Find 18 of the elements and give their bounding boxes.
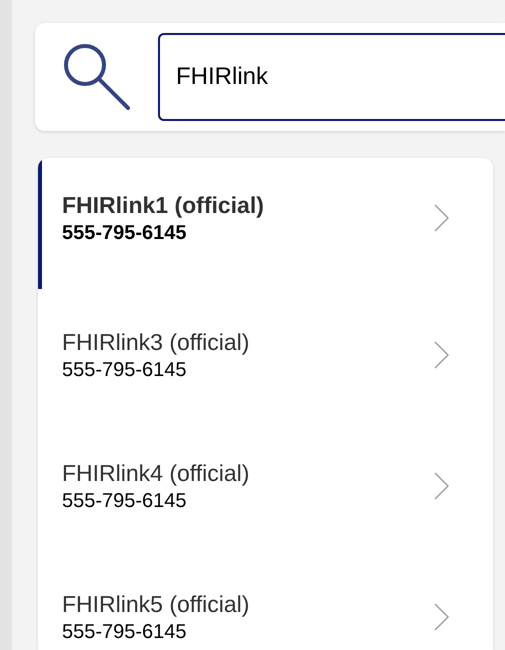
result-item[interactable]: FHIRlink4 (official) 555-795-6145 (38, 420, 493, 551)
contact-name: FHIRlink1 (official) (62, 190, 265, 220)
contact-name: FHIRlink3 (official) (62, 328, 250, 356)
phone-number: 555-795-6145 (62, 620, 188, 644)
chevron-right-icon (434, 340, 449, 368)
phone-number: 555-795-6145 (62, 220, 188, 246)
phone-number: 555-795-6145 (62, 358, 188, 382)
result-item[interactable]: FHIRlink5 (official) 555-795-6145 (38, 551, 493, 650)
result-item[interactable]: FHIRlink1 (official) 555-795-6145 (38, 158, 493, 289)
search-field[interactable]: FHIRlink (160, 35, 505, 119)
chevron-right-icon (434, 204, 449, 232)
search-icon (64, 44, 130, 110)
chevron-right-icon (434, 472, 449, 500)
phone-number: 555-795-6145 (62, 488, 188, 514)
contact-name: FHIRlink5 (official) (62, 590, 250, 618)
chevron-right-icon (434, 602, 449, 630)
result-item[interactable]: FHIRlink3 (official) 555-795-6145 (38, 289, 493, 420)
contact-name: FHIRlink4 (official) (62, 458, 250, 488)
